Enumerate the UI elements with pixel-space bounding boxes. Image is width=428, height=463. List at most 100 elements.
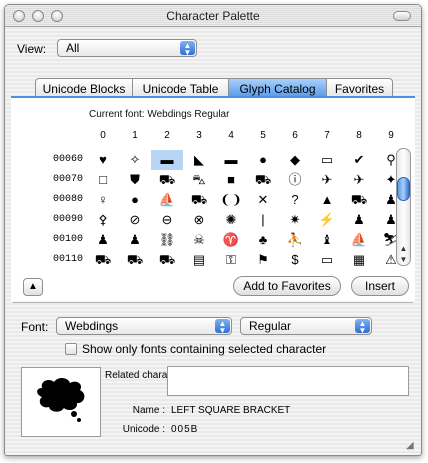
add-to-favorites-button[interactable]: Add to Favorites (233, 276, 341, 296)
glyph-cell[interactable]: ⛟ (151, 170, 183, 190)
glyph-cell[interactable]: ⛵ (151, 190, 183, 210)
glyph-cell[interactable]: ▤ (183, 250, 215, 270)
title-bar[interactable]: Character Palette (5, 5, 421, 27)
glyph-cell[interactable]: ⚡ (311, 210, 343, 230)
row-label: 00060 (52, 154, 83, 165)
row-label: 00080 (52, 194, 83, 205)
scroll-down-icon[interactable]: ▼ (397, 255, 410, 264)
glyph-cell[interactable]: ● (119, 190, 151, 210)
scroll-up-icon[interactable]: ▲ (397, 244, 410, 253)
glyph-cell[interactable]: ✈ (343, 170, 375, 190)
font-family-value: Webdings (65, 319, 119, 333)
glyph-cell[interactable]: ⛟ (151, 250, 183, 270)
column-header: 6 (292, 130, 298, 141)
font-style-value: Regular (249, 319, 292, 333)
glyph-cell[interactable]: ✷ (279, 210, 311, 230)
glyph-cell[interactable]: $ (279, 250, 311, 270)
toolbar-toggle-button[interactable] (393, 11, 411, 21)
column-header: 0 (100, 130, 106, 141)
glyph-cell[interactable]: ▲ (311, 190, 343, 210)
glyph-cell[interactable]: ▭ (311, 250, 343, 270)
glyph-cell[interactable]: ♟ (87, 230, 119, 250)
name-label: Name : (132, 405, 165, 416)
show-only-fonts-checkbox[interactable] (65, 343, 77, 355)
glyph-cell[interactable]: ▬ (215, 150, 247, 170)
glyph-cell[interactable]: ⛟ (247, 170, 279, 190)
view-popup-value: All (66, 41, 80, 55)
glyph-cell[interactable]: ❨❩ (215, 190, 247, 210)
glyph-cell[interactable]: ✈ (311, 170, 343, 190)
resize-grip-icon[interactable]: ◢ (406, 440, 418, 452)
current-font-label: Current font: Webdings Regular (89, 109, 230, 120)
row-label: 00100 (52, 234, 83, 245)
glyph-cell[interactable]: ◣ (183, 150, 215, 170)
show-only-fonts-label[interactable]: Show only fonts containing selected char… (82, 342, 326, 356)
expand-button[interactable]: ▲ (23, 278, 43, 296)
column-header: 7 (324, 130, 330, 141)
unicode-value: 005B (171, 424, 199, 435)
view-popup[interactable]: All ▲ ▼ (57, 39, 197, 57)
glyph-cell[interactable]: ✕ (247, 190, 279, 210)
glyph-cell[interactable]: ♀ (87, 190, 119, 210)
glyph-cell[interactable]: ⛟ (87, 250, 119, 270)
glyph-scrollbar[interactable]: ▲ ▼ (396, 148, 411, 266)
glyph-cell[interactable]: ♟ (343, 210, 375, 230)
glyph-cell[interactable]: ♈ (215, 230, 247, 250)
glyph-cell[interactable]: ◆ (279, 150, 311, 170)
column-header: 5 (260, 130, 266, 141)
glyph-cell[interactable]: ✔ (343, 150, 375, 170)
glyph-cell[interactable]: ✺ (215, 210, 247, 230)
glyph-cell[interactable]: ▦ (343, 250, 375, 270)
glyph-cell[interactable]: ♥ (87, 150, 119, 170)
glyph-cell[interactable]: ⛟ (183, 190, 215, 210)
column-header: 8 (356, 130, 362, 141)
glyph-cell[interactable]: ⚴ (87, 210, 119, 230)
related-characters-field[interactable] (167, 366, 409, 396)
character-palette-window: Character Palette View: All ▲ ▼ Unicode B… (4, 4, 422, 456)
name-value: LEFT SQUARE BRACKET (171, 405, 291, 416)
scrollbar-thumb[interactable] (397, 177, 410, 201)
glyph-cell[interactable]: ▬ (151, 150, 183, 170)
window-title: Character Palette (166, 9, 260, 23)
popup-arrows-icon: ▲ ▼ (355, 319, 370, 335)
column-header: 3 (196, 130, 202, 141)
glyph-cell[interactable]: ⛍ (183, 170, 215, 190)
glyph-cell[interactable]: ♣ (247, 230, 279, 250)
glyph-cell[interactable]: □ (87, 170, 119, 190)
glyph-cell[interactable]: ⊘ (119, 210, 151, 230)
glyph-cell[interactable]: ♟ (119, 230, 151, 250)
glyph-cell[interactable]: ⛟ (343, 190, 375, 210)
glyph-cell[interactable]: ⊖ (151, 210, 183, 230)
column-header: 9 (388, 130, 394, 141)
speech-bubble-icon (37, 377, 85, 422)
column-header: 4 (228, 130, 234, 141)
glyph-cell[interactable]: ✧ (119, 150, 151, 170)
insert-button[interactable]: Insert (351, 276, 409, 296)
glyph-cell[interactable]: | (247, 210, 279, 230)
glyph-cell[interactable]: ? (279, 190, 311, 210)
glyph-catalog-panel: Current font: Webdings Regular 0 1 2 3 4 5 6 7 8… (11, 96, 415, 301)
glyph-cell[interactable]: ☠ (183, 230, 215, 250)
glyph-cell[interactable]: ⛹ (279, 230, 311, 250)
unicode-label: Unicode : (122, 424, 165, 435)
font-style-popup[interactable]: Regular ▲ ▼ (240, 317, 372, 335)
column-header: 2 (164, 130, 170, 141)
glyph-cell[interactable]: ⛟ (119, 250, 151, 270)
row-label: 00110 (52, 254, 83, 265)
glyph-cell[interactable]: ⛊ (119, 170, 151, 190)
glyph-cell[interactable]: ● (247, 150, 279, 170)
glyph-preview (21, 367, 101, 437)
view-label: View: (17, 42, 47, 56)
glyph-cell[interactable]: ▭ (311, 150, 343, 170)
font-family-popup[interactable]: Webdings ▲ ▼ (56, 317, 232, 335)
glyph-cell[interactable]: ⚑ (247, 250, 279, 270)
glyph-cell[interactable]: ■ (215, 170, 247, 190)
font-label: Font: (21, 320, 49, 334)
glyph-cell[interactable]: ⛵ (343, 230, 375, 250)
glyph-cell[interactable]: ⚿ (215, 250, 247, 270)
divider (13, 302, 413, 303)
glyph-cell[interactable]: ⓘ (279, 170, 311, 190)
glyph-cell[interactable]: ♝ (311, 230, 343, 250)
glyph-cell[interactable]: ⊗ (183, 210, 215, 230)
glyph-cell[interactable]: ⛓ (151, 230, 183, 250)
